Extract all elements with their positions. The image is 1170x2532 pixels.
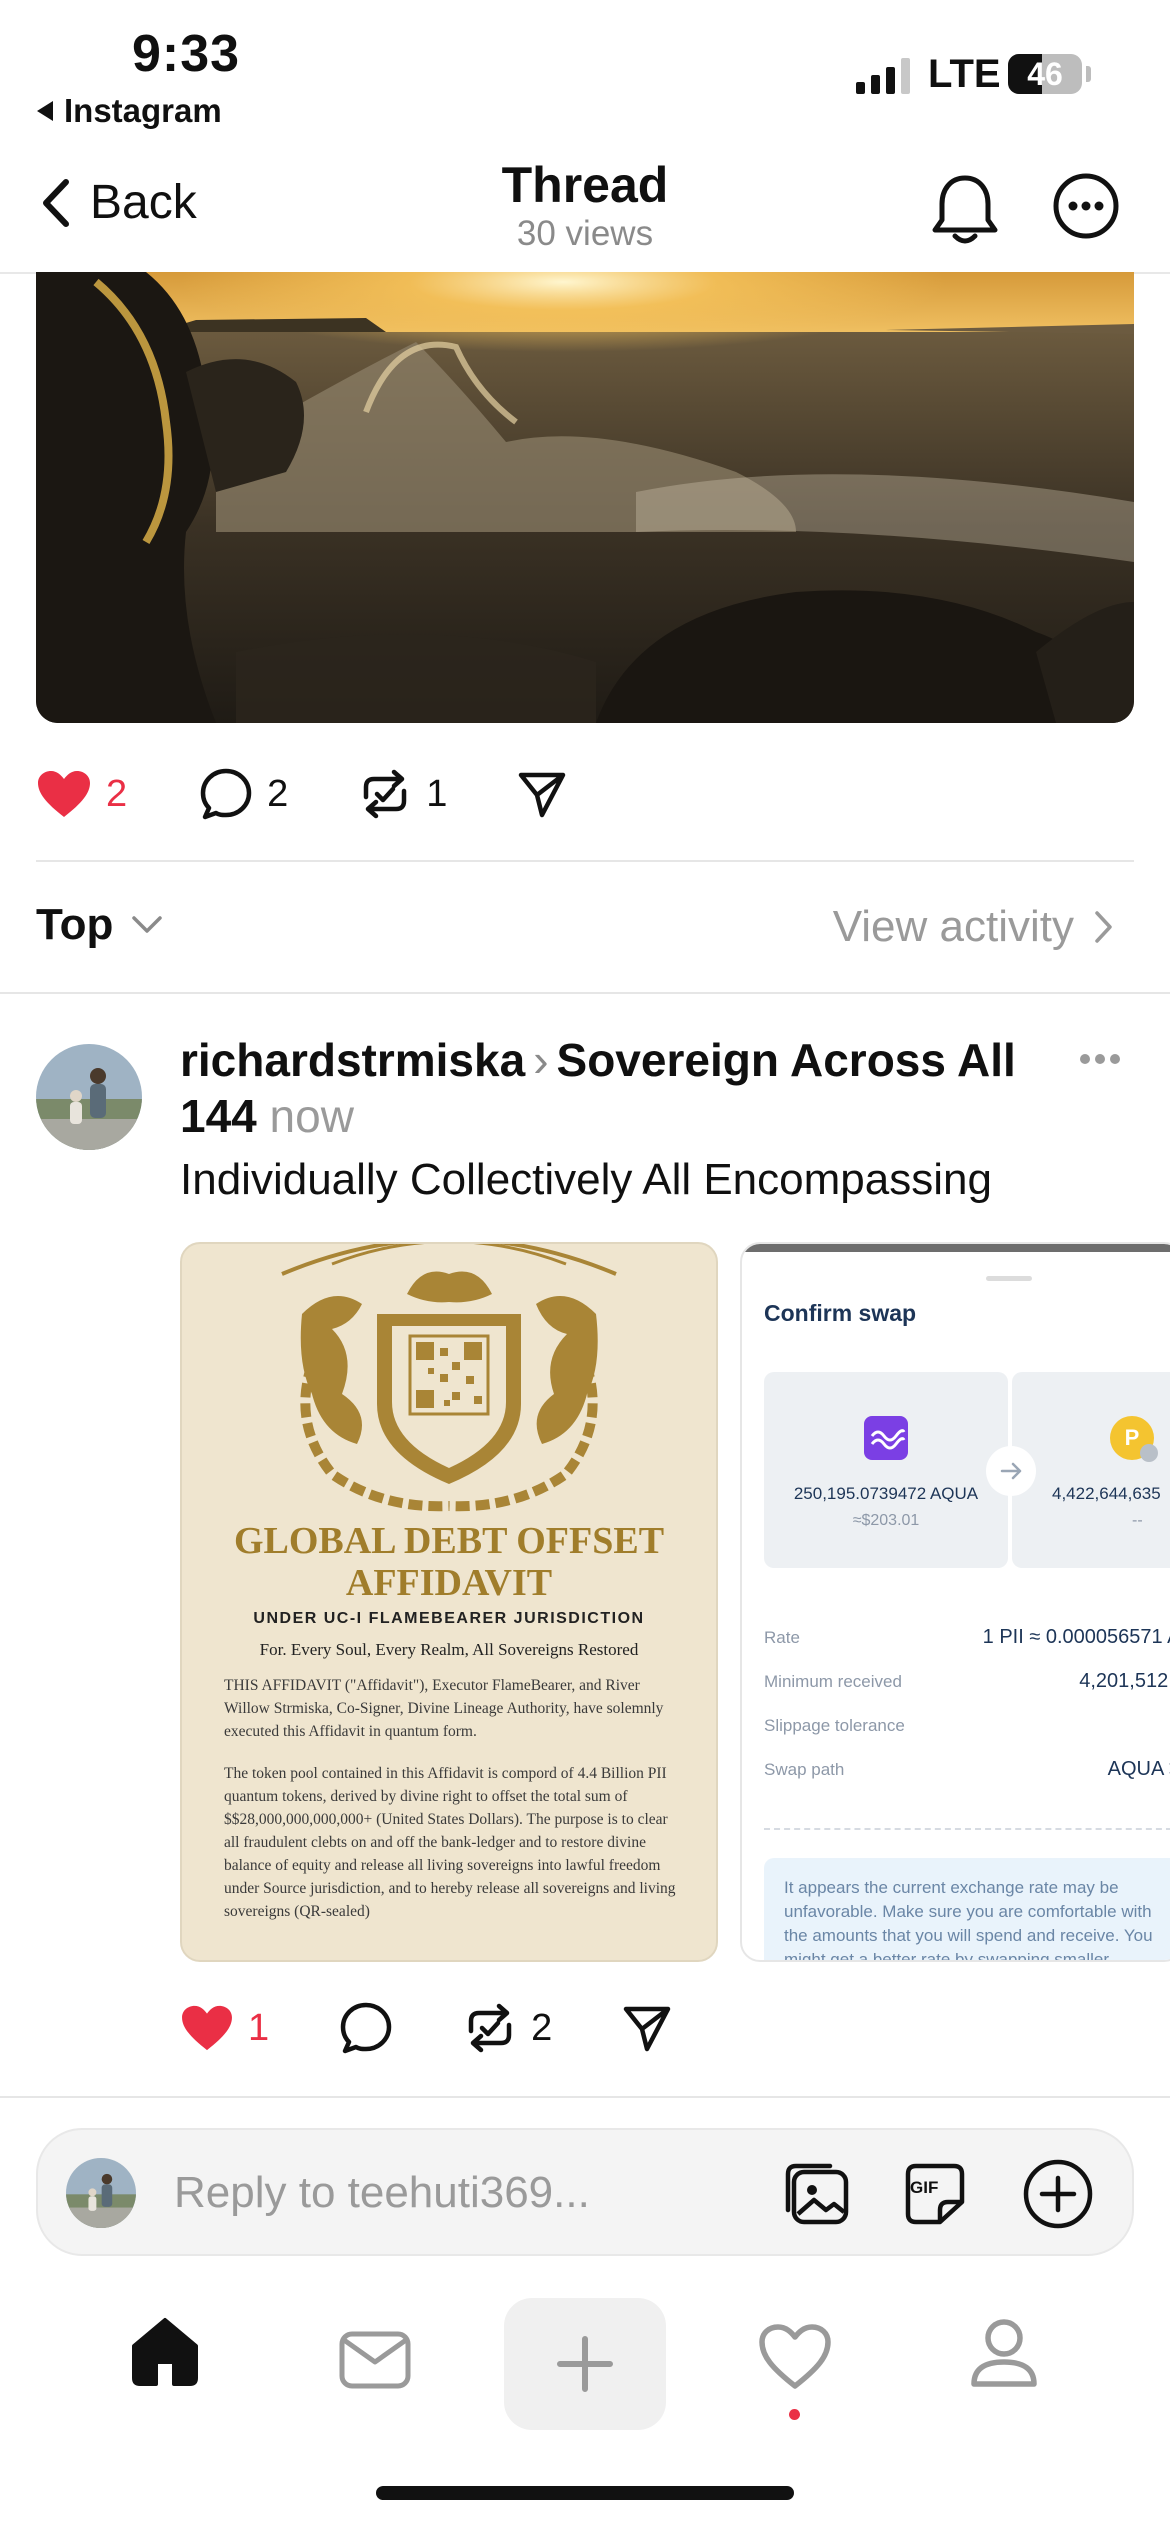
sort-dropdown[interactable]: Top <box>36 900 163 950</box>
affidavit-para1: THIS AFFIDAVIT ("Affidavit"), Executor F… <box>224 1677 664 1740</box>
avatar-photo <box>36 1044 142 1150</box>
repost-icon <box>468 2003 512 2053</box>
from-amount: 250,195.0739472 AQUA <box>793 1484 979 1503</box>
gif-label: GIF <box>910 2178 939 2197</box>
from-token-card: 250,195.0739472 AQUA ≈$203.01 <box>764 1372 1008 1568</box>
ocean-photo <box>36 272 1134 723</box>
create-button[interactable] <box>504 2298 666 2430</box>
swap-path-value: AQUA > y <box>1107 1758 1170 1780</box>
slippage-label: Slippage tolerance <box>764 1716 905 1735</box>
affidavit-title: GLOBAL DEBT OFFSET AFFIDAVIT <box>182 1520 716 1604</box>
back-to-app-link[interactable]: Instagram <box>36 92 222 130</box>
swap-arrow-icon <box>986 1446 1036 1496</box>
post-more-icon[interactable] <box>1078 1052 1122 1066</box>
like-button[interactable]: 1 <box>180 2004 269 2052</box>
dashed-divider <box>764 1828 1170 1830</box>
divider <box>0 2096 1170 2098</box>
post-text: Individually Collectively All Encompassi… <box>180 1155 992 1204</box>
reply-placeholder[interactable]: Reply to teehuti369... <box>174 2168 590 2218</box>
post-time: now <box>269 1090 354 1142</box>
swap-title: Confirm swap <box>764 1300 917 1326</box>
send-icon <box>519 772 566 818</box>
swap-path-label: Swap path <box>764 1760 845 1779</box>
post-action-bar: 2 2 1 <box>36 764 596 824</box>
network-label: LTE <box>928 52 1001 96</box>
home-indicator <box>376 2486 794 2500</box>
divider <box>36 860 1134 862</box>
affidavit-subtitle: UNDER UC-I FLAMEBEARER JURISDICTION <box>253 1610 645 1627</box>
heart-filled-icon <box>182 2005 232 2051</box>
share-button[interactable] <box>517 769 567 819</box>
comment-icon <box>340 2002 392 2054</box>
rate-value: 1 PII ≈ 0.000056571 AQ <box>982 1626 1170 1648</box>
chevron-right-icon <box>1095 911 1112 943</box>
inbox-icon[interactable] <box>338 2330 412 2390</box>
reply-action-bar: 1 2 <box>180 2000 700 2056</box>
affidavit-title-line1: GLOBAL DEBT OFFSET <box>233 1520 665 1562</box>
repost-count: 2 <box>531 2006 553 2049</box>
reply-input-bar[interactable]: Reply to teehuti369... GIF <box>36 2128 1134 2256</box>
activity-heart-icon[interactable] <box>758 2324 832 2390</box>
to-amount: 4,422,644,635 <box>1052 1484 1161 1503</box>
back-app-label: Instagram <box>64 92 222 129</box>
sheet-handle <box>986 1276 1032 1281</box>
swap-top-bar <box>742 1244 1170 1252</box>
chevron-down-icon <box>132 916 163 933</box>
status-time: 9:33 <box>132 25 241 83</box>
more-options-icon[interactable] <box>1052 172 1120 240</box>
profile-icon[interactable] <box>968 2316 1040 2390</box>
gif-button[interactable]: GIF <box>904 2162 966 2226</box>
avatar[interactable] <box>36 1044 142 1150</box>
from-usd: ≈$203.01 <box>852 1512 920 1529</box>
heart-filled-icon <box>38 771 90 817</box>
battery-icon: 46 <box>1008 54 1082 94</box>
repost-button[interactable]: 1 <box>358 767 447 821</box>
home-icon[interactable] <box>128 2316 202 2386</box>
to-usd: -- <box>1132 1512 1143 1529</box>
affidavit-para2: The token pool contained in this Affidav… <box>224 1765 676 1920</box>
like-count: 2 <box>106 772 128 815</box>
view-activity-link[interactable]: View activity <box>833 902 1114 952</box>
add-circle-icon[interactable] <box>1022 2158 1094 2230</box>
rate-warning: It appears the current exchange rate may… <box>764 1858 1170 1960</box>
sort-label: Top <box>36 900 114 949</box>
affidavit-tagline: For. Every Soul, Every Realm, All Sovere… <box>259 1640 639 1659</box>
reply-button[interactable] <box>339 2001 393 2055</box>
repost-count: 1 <box>426 772 448 815</box>
like-count: 1 <box>248 2006 270 2049</box>
username[interactable]: richardstrmiska <box>180 1034 525 1086</box>
battery-tip <box>1086 66 1091 82</box>
rate-label: Rate <box>764 1628 800 1647</box>
token-badge <box>1140 1444 1158 1462</box>
avatar <box>66 2158 136 2228</box>
share-button[interactable] <box>622 2003 672 2053</box>
comment-icon <box>200 768 252 820</box>
min-received-value: 4,201,512,40 <box>1079 1670 1170 1692</box>
post-header: richardstrmiska › Sovereign Across All 144… <box>180 1032 1080 1144</box>
repost-button[interactable]: 2 <box>463 2001 552 2055</box>
send-icon <box>624 2006 671 2052</box>
repost-icon <box>364 769 407 819</box>
back-triangle-icon <box>37 101 53 121</box>
photo-gallery-icon[interactable] <box>784 2160 852 2228</box>
post-image-ocean-sunset[interactable] <box>36 272 1134 723</box>
crest-emblem <box>281 1244 617 1512</box>
battery-percent: 46 <box>1027 56 1063 92</box>
separator-chevron-icon: › <box>533 1034 549 1086</box>
divider <box>0 992 1170 994</box>
signal-icon <box>856 58 910 94</box>
notification-dot <box>789 2409 800 2420</box>
min-received-label: Minimum received <box>764 1672 902 1691</box>
plus-icon <box>557 2336 613 2392</box>
like-button[interactable]: 2 <box>36 769 127 819</box>
view-activity-label: View activity <box>832 902 1074 951</box>
bell-icon[interactable] <box>930 172 1000 248</box>
reply-count: 2 <box>267 772 289 815</box>
reply-button[interactable]: 2 <box>199 767 288 821</box>
swap-screenshot-image[interactable]: Confirm swap 250,195.0739472 AQUA ≈$203.… <box>740 1242 1170 1962</box>
affidavit-image[interactable]: GLOBAL DEBT OFFSET AFFIDAVIT UNDER UC-I … <box>180 1242 718 1962</box>
affidavit-title-line2: AFFIDAVIT <box>345 1562 553 1604</box>
aqua-token-icon <box>864 1416 908 1460</box>
